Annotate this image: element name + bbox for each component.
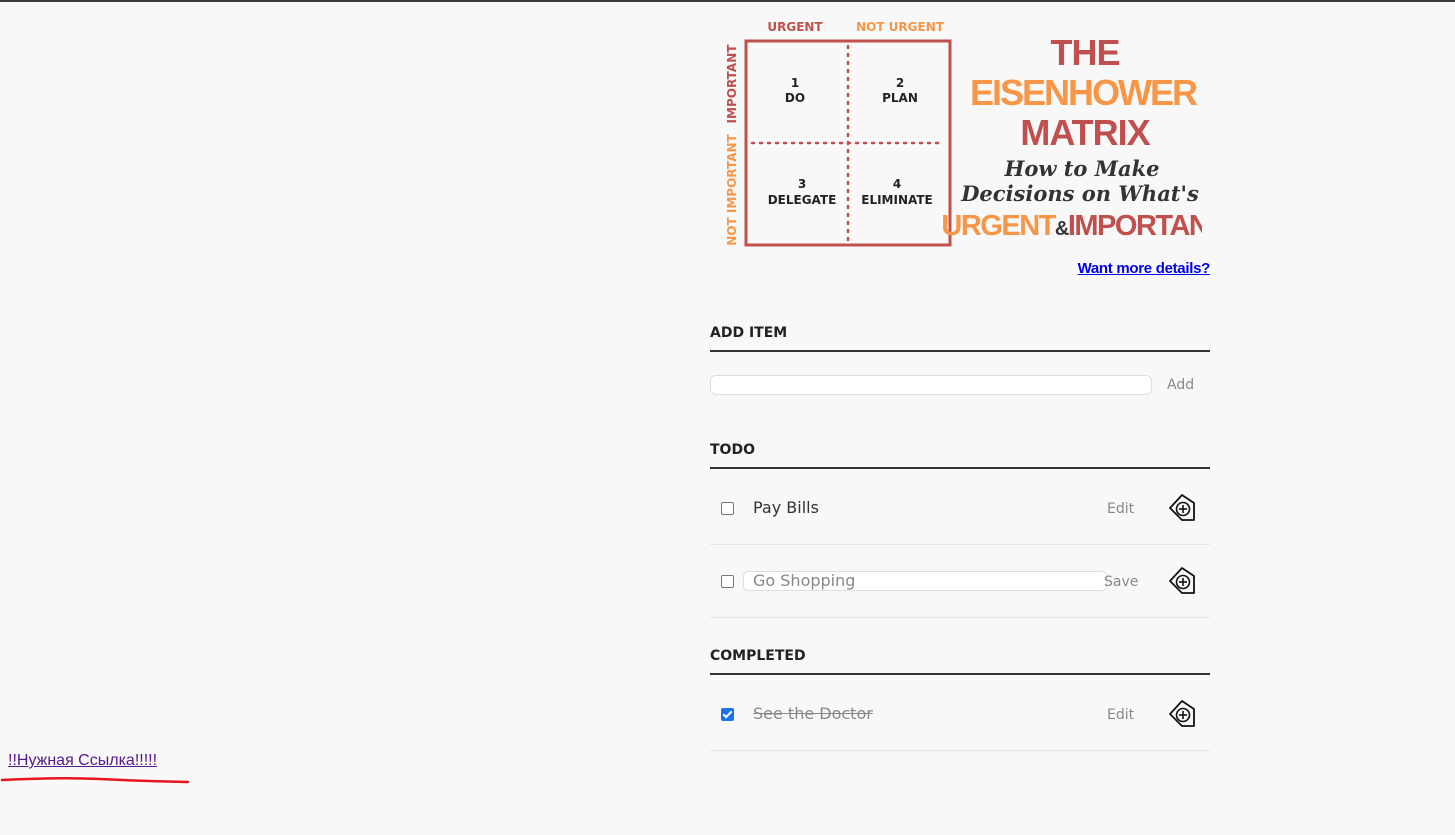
add-item-row: Add <box>710 375 1210 397</box>
matrix-title-line1: THE <box>1051 32 1120 73</box>
todo-heading: TODO <box>710 442 1210 469</box>
matrix-title-line3: MATRIX <box>1020 112 1150 153</box>
matrix-col-not-urgent: NOT URGENT <box>856 20 945 34</box>
task-checkbox-checked[interactable] <box>721 708 734 721</box>
tag-plus-icon[interactable] <box>1166 565 1198 597</box>
save-button[interactable]: Save <box>1104 574 1138 590</box>
tagline-important: IMPORTANT <box>1068 210 1202 242</box>
matrix-subtitle-line1: How to Make <box>1003 156 1159 181</box>
tagline-ampersand: & <box>1055 218 1069 240</box>
task-checkbox[interactable] <box>721 502 734 515</box>
matrix-col-urgent: URGENT <box>767 20 823 34</box>
tagline-urgent: URGENT <box>941 210 1056 242</box>
task-label: Pay Bills <box>753 498 819 517</box>
want-more-details-link[interactable]: Want more details? <box>1078 260 1211 277</box>
matrix-tagline: URGENT&IMPORTANT <box>941 210 1202 242</box>
eisenhower-matrix-image: URGENT NOT URGENT IMPORTANT NOT IMPORTAN… <box>722 12 1202 252</box>
q3-number: 3 <box>798 177 806 191</box>
red-annotation-underline <box>0 776 190 784</box>
todo-item-go-shopping: Go Shopping Save <box>710 545 1210 618</box>
q2-number: 2 <box>896 76 904 90</box>
new-item-input[interactable] <box>710 375 1152 395</box>
matrix-row-important: IMPORTANT <box>725 44 739 124</box>
task-checkbox[interactable] <box>721 575 734 588</box>
completed-item-see-the-doctor: See the Doctor Edit <box>710 678 1210 751</box>
tag-plus-icon[interactable] <box>1166 492 1198 524</box>
edit-button[interactable]: Edit <box>1107 707 1134 723</box>
q3-label: DELEGATE <box>768 193 837 207</box>
matrix-subtitle-line2: Decisions on What's <box>960 181 1199 206</box>
q1-label: DO <box>785 91 805 105</box>
q4-label: ELIMINATE <box>861 193 933 207</box>
todo-item-pay-bills: Pay Bills Edit <box>710 472 1210 545</box>
matrix-row-not-important: NOT IMPORTANT <box>725 133 739 245</box>
matrix-title-line2: EISENHOWER <box>970 72 1198 113</box>
add-button[interactable]: Add <box>1167 377 1194 393</box>
q4-number: 4 <box>893 177 901 191</box>
q2-label: PLAN <box>882 91 918 105</box>
add-item-heading: ADD ITEM <box>710 325 1210 352</box>
task-label: See the Doctor <box>753 704 873 723</box>
edit-button[interactable]: Edit <box>1107 501 1134 517</box>
top-border <box>0 0 1455 2</box>
q1-number: 1 <box>791 76 799 90</box>
tag-plus-icon[interactable] <box>1166 698 1198 730</box>
completed-heading: COMPLETED <box>710 648 1210 675</box>
task-edit-input[interactable]: Go Shopping <box>743 571 1107 591</box>
needed-link[interactable]: !!Нужная Ссылка!!!!! <box>8 752 157 770</box>
